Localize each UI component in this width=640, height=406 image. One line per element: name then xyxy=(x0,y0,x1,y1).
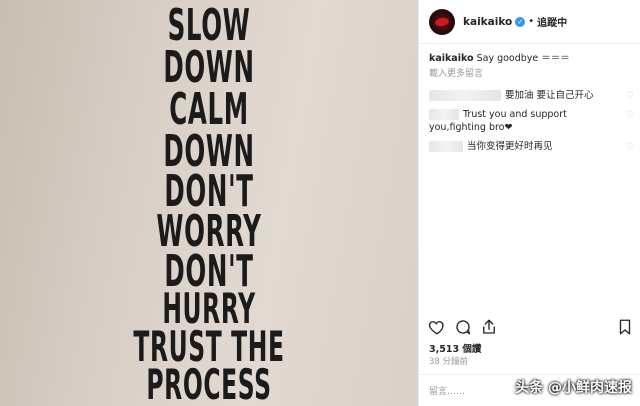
post-timestamp: 38 分鐘前 xyxy=(429,357,469,367)
watermark-text: 头条 @小鲜肉速报 xyxy=(515,380,632,396)
caption-text: Say goodbye ＝＝＝ xyxy=(476,53,570,64)
likes-count[interactable]: 3,513 個讚 xyxy=(429,341,481,355)
load-more-comments-link[interactable]: 載入更多留言 xyxy=(429,68,634,81)
comment-like-heart-icon[interactable]: ♡ xyxy=(626,109,634,122)
header-username[interactable]: kaikaiko xyxy=(463,16,512,28)
blurred-username xyxy=(429,109,459,120)
blurred-username xyxy=(429,90,501,101)
blurred-username xyxy=(429,141,463,152)
avatar[interactable] xyxy=(429,8,455,35)
post-image: SLOW DOWN CALM DOWN DON'T WORRY DON'T HU… xyxy=(0,0,418,406)
comment-like-heart-icon[interactable]: ♡ xyxy=(626,90,634,103)
poster-line: PROCESS xyxy=(146,360,272,406)
follow-status-button[interactable]: 追蹤中 xyxy=(537,14,567,29)
bookmark-icon[interactable] xyxy=(615,317,635,337)
separator-dot: • xyxy=(528,16,535,27)
list-item: 要加油 要让自己开心 ♡ xyxy=(429,89,634,102)
side-panel: kaikaiko ✓ • 追蹤中 kaikaiko Say goodbye ＝＝… xyxy=(418,0,640,406)
caption: kaikaiko Say goodbye ＝＝＝ xyxy=(429,52,634,65)
add-comment-placeholder: 留言…… xyxy=(429,387,466,397)
comment-text: 要加油 要让自己开心 xyxy=(505,90,594,101)
poster-text: SLOW DOWN CALM DOWN DON'T WORRY DON'T HU… xyxy=(0,0,418,406)
list-item: Trust you and support you,fighting bro❤ … xyxy=(429,108,634,134)
caption-username[interactable]: kaikaiko xyxy=(429,53,474,64)
comment-icon[interactable] xyxy=(453,317,473,337)
share-icon[interactable] xyxy=(479,317,499,337)
comment-like-heart-icon[interactable]: ♡ xyxy=(626,141,634,154)
heart-icon[interactable] xyxy=(427,317,447,337)
post-header: kaikaiko ✓ • 追蹤中 xyxy=(419,0,640,44)
verified-badge-icon: ✓ xyxy=(515,16,526,27)
comments-list: kaikaiko Say goodbye ＝＝＝ 載入更多留言 要加油 要让自己… xyxy=(429,52,634,153)
comment-text: 当你变得更好时再见 xyxy=(467,141,553,152)
list-item: 当你变得更好时再见 ♡ xyxy=(429,140,634,153)
action-bar xyxy=(427,316,635,338)
